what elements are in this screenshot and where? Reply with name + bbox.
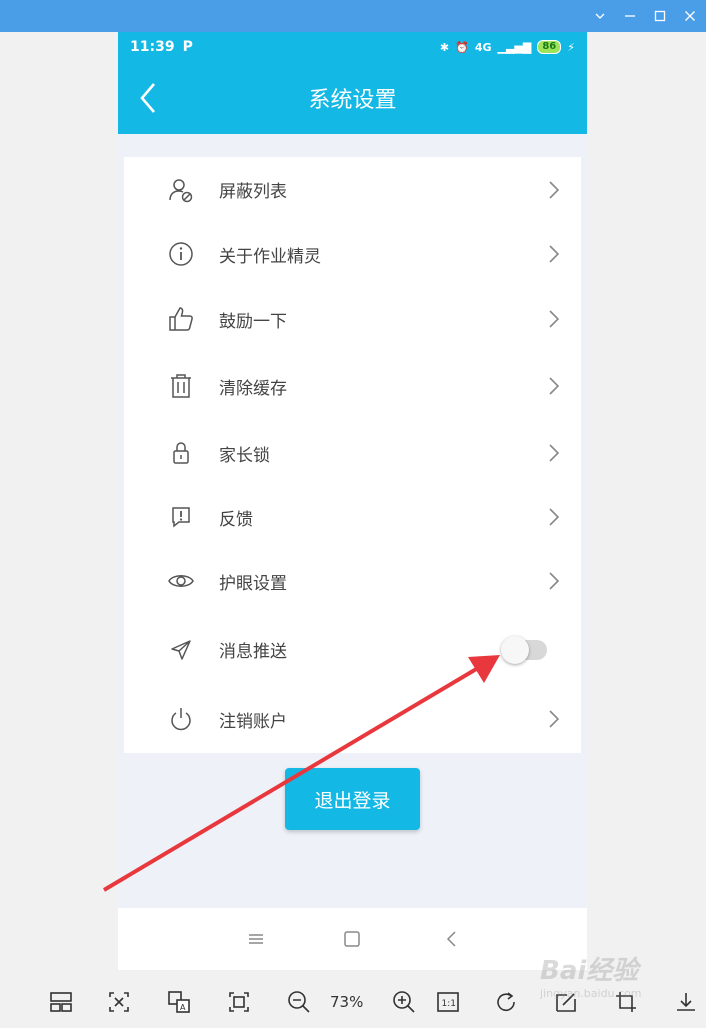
chevron-right-icon (547, 506, 561, 528)
page-title: 系统设置 (308, 88, 397, 113)
watermark-text: Bai经验 (540, 956, 639, 986)
alarm-icon: ⏰ (455, 40, 469, 54)
logout-button[interactable]: 退出登录 (285, 768, 420, 830)
settings-item-label: 清除缓存 (219, 378, 287, 399)
status-time: 11:39 (130, 39, 175, 55)
zoom-out-icon[interactable] (286, 988, 312, 1016)
power-icon (166, 704, 196, 734)
settings-item[interactable]: 消息推送 (124, 614, 581, 685)
signal-icon: ▁▃▅▇ (497, 40, 532, 54)
settings-item-label: 关于作业精灵 (219, 246, 321, 267)
chevron-right-icon (547, 308, 561, 330)
layout-icon[interactable] (48, 988, 74, 1016)
status-bar: 11:39 P ✱ ⏰ 4G ▁▃▅▇ 86 ⚡ (118, 32, 587, 62)
parking-p-icon: P (182, 39, 193, 55)
chevron-right-icon (547, 570, 561, 592)
settings-item-label: 家长锁 (219, 445, 270, 466)
android-nav-bar (118, 908, 587, 970)
chevron-right-icon (547, 375, 561, 397)
settings-item[interactable]: 注销账户 (124, 685, 581, 753)
person-blocked-icon (166, 175, 196, 205)
maximize-button[interactable] (652, 6, 668, 26)
chevron-right-icon (547, 708, 561, 730)
send-icon (166, 635, 196, 665)
charging-icon: ⚡ (567, 40, 575, 54)
lock-icon (166, 438, 196, 468)
actual-size-label: 1:1 (442, 999, 456, 1009)
nav-back-icon[interactable] (441, 928, 463, 950)
settings-item[interactable]: 护眼设置 (124, 548, 581, 614)
window-titlebar (0, 0, 706, 32)
translate-icon[interactable]: A (166, 988, 192, 1016)
collapse-chevron-icon[interactable] (592, 6, 608, 26)
baidu-watermark: Bai经验 jingyan.baidu.com (540, 950, 700, 1010)
settings-item[interactable]: 屏蔽列表 (124, 157, 581, 222)
settings-item[interactable]: 家长锁 (124, 420, 581, 486)
chevron-right-icon (547, 442, 561, 464)
settings-item-label: 屏蔽列表 (219, 182, 287, 202)
back-button[interactable] (134, 80, 164, 116)
chevron-right-icon (547, 179, 561, 201)
zoom-level: 73% (330, 992, 364, 1011)
phone-screen: 11:39 P ✱ ⏰ 4G ▁▃▅▇ 86 ⚡ 系统设置 屏蔽列表关于作业精灵… (118, 32, 587, 970)
bluetooth-icon: ✱ (439, 40, 450, 54)
rotate-icon[interactable] (493, 988, 519, 1016)
settings-item[interactable]: 关于作业精灵 (124, 222, 581, 286)
svg-text:A: A (180, 1003, 186, 1012)
settings-item-label: 护眼设置 (219, 573, 287, 594)
network-type: 4G (474, 40, 492, 54)
push-toggle[interactable] (501, 635, 547, 664)
chevron-right-icon (547, 243, 561, 265)
back-arrow-icon (140, 83, 155, 113)
settings-item-label: 消息推送 (219, 642, 287, 662)
toggle-knob (501, 635, 529, 664)
actual-size-icon[interactable]: 1:1 (435, 988, 461, 1016)
close-button[interactable] (682, 6, 698, 26)
settings-list: 屏蔽列表关于作业精灵 鼓励一下清除缓存家长锁反馈护眼设置消息推送注销账户 (124, 157, 581, 753)
fit-screen-icon[interactable] (226, 988, 252, 1016)
settings-item[interactable]: 鼓励一下 (124, 286, 581, 352)
page-header: 系统设置 (118, 62, 587, 134)
battery-icon: 86 (537, 40, 562, 54)
settings-item[interactable]: 清除缓存 (124, 352, 581, 420)
eye-icon (166, 566, 196, 596)
info-icon (166, 239, 196, 269)
home-icon[interactable] (341, 928, 363, 950)
settings-item-label: 反馈 (219, 509, 253, 530)
menu-icon[interactable] (245, 928, 267, 950)
trash-icon (166, 371, 196, 401)
minimize-button[interactable] (622, 6, 638, 26)
thumbs-up-icon (166, 304, 196, 334)
settings-item-label: 鼓励一下 (219, 311, 287, 332)
settings-item[interactable]: 反馈 (124, 486, 581, 548)
fullscreen-exit-icon[interactable] (106, 988, 132, 1016)
zoom-in-icon[interactable] (391, 988, 417, 1016)
settings-item-label: 注销账户 (219, 711, 287, 732)
feedback-icon (166, 502, 196, 532)
watermark-url: jingyan.baidu.com (540, 987, 642, 1000)
